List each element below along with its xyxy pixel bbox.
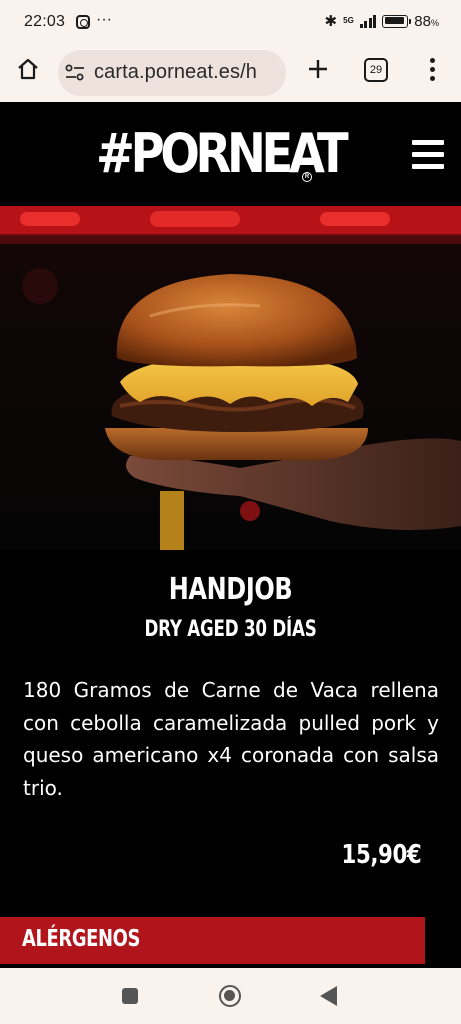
site-header: #PORNEAT R [0,102,461,206]
address-bar[interactable]: carta.porneat.es/h [58,50,286,96]
new-tab-icon[interactable] [304,55,332,83]
instagram-notification-icon [76,15,90,29]
product-name: HANDJOB [168,572,293,607]
url-text: carta.porneat.es/h [94,61,258,83]
signal-icon [359,14,377,28]
product-photo [0,206,461,550]
product-subtitle: DRY AGED 30 DÍAS [144,617,317,642]
allergens-label: ALÉRGENOS [22,926,141,952]
back-icon[interactable] [320,986,337,1006]
product-price: 15,90€ [341,840,421,870]
site-settings-icon[interactable] [65,64,85,82]
battery-percent: 88% [414,12,439,30]
hamburger-menu-icon[interactable] [412,140,444,170]
bluetooth-icon: ✱ [324,13,338,30]
network-type: 5G [343,16,354,25]
status-bar: 22:03 ··· ✱ 5G 88% [0,0,461,46]
home-icon[interactable] [16,57,40,81]
home-circle-icon[interactable] [219,985,241,1007]
more-notifications-icon: ··· [96,11,112,28]
recents-icon[interactable] [122,988,138,1004]
browser-toolbar: carta.porneat.es/h 29 [0,46,461,102]
battery-icon [382,14,412,28]
status-indicators: ✱ 5G 88% [324,12,439,31]
product-description: 180 Gramos de Carne de Vaca rellena con … [23,678,439,800]
allergens-button[interactable]: ALÉRGENOS [0,917,425,964]
tab-switcher-button[interactable]: 29 [364,58,388,82]
browser-menu-icon[interactable] [422,56,442,84]
status-time: 22:03 [24,13,66,30]
registered-mark: R [302,172,312,182]
system-nav-bar [0,968,461,1024]
